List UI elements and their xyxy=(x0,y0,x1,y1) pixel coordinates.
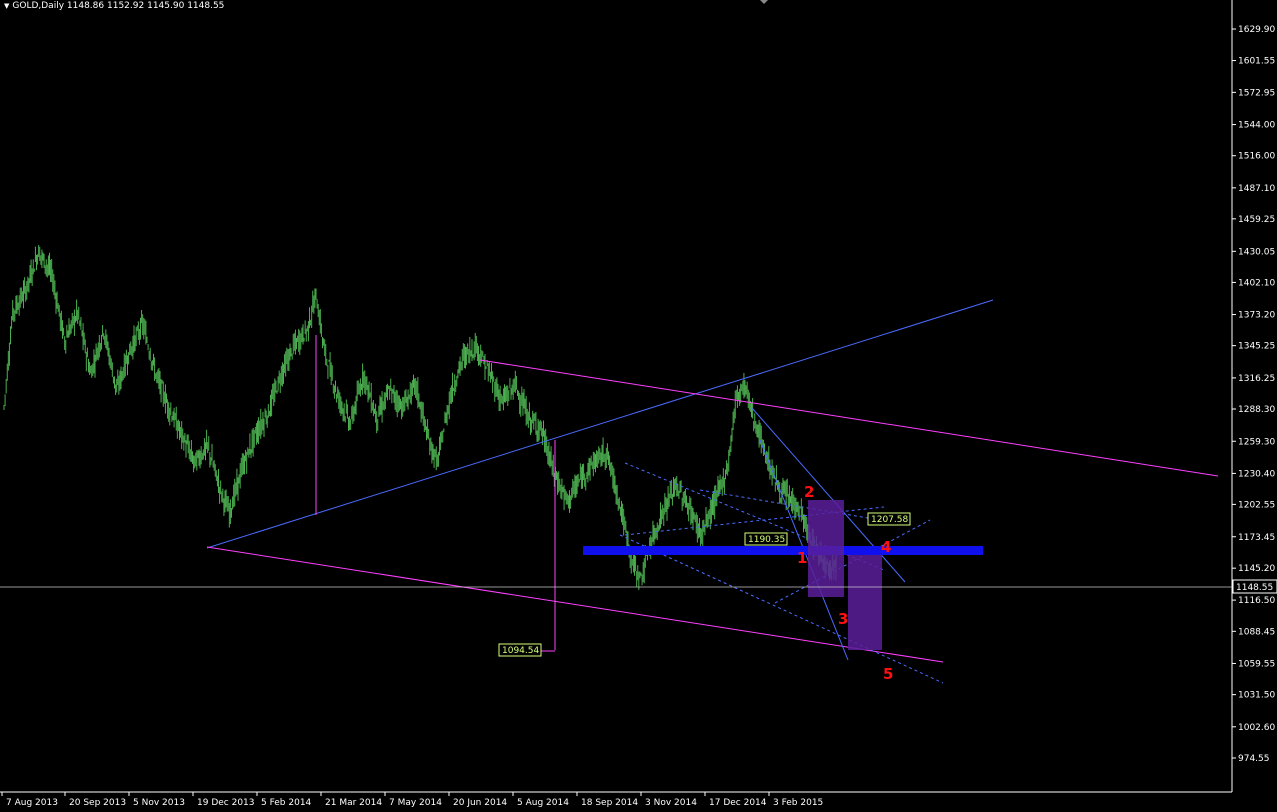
y-tick-label: 1002.60 xyxy=(1238,723,1275,733)
y-tick-label: 1145.20 xyxy=(1238,564,1275,574)
chart-title-bar: ▼ GOLD,Daily 1148.86 1152.92 1145.90 1148… xyxy=(4,1,224,11)
x-tick-label: 7 May 2014 xyxy=(389,798,442,808)
y-tick-label: 1288.30 xyxy=(1238,405,1275,415)
price-annotation-label: 1207.58 xyxy=(871,515,908,525)
wave-label-2: 2 xyxy=(804,483,814,501)
price-annotation-label: 1094.54 xyxy=(502,646,539,656)
wave-label-1: 1 xyxy=(797,549,807,567)
y-tick-label: 1487.10 xyxy=(1238,184,1275,194)
x-tick-label: 17 Dec 2014 xyxy=(709,798,767,808)
ohlc-low: 1145.90 xyxy=(147,1,185,11)
y-tick-label: 1230.40 xyxy=(1238,469,1275,479)
y-tick-label: 1516.00 xyxy=(1238,152,1275,162)
x-tick-label: 3 Nov 2014 xyxy=(645,798,697,808)
y-tick-label: 1345.25 xyxy=(1238,342,1275,352)
ohlc-high: 1152.92 xyxy=(107,1,145,11)
ohlc-close: 1148.55 xyxy=(187,1,225,11)
y-tick-label: 974.55 xyxy=(1238,754,1270,764)
current-price-label: 1148.55 xyxy=(1236,583,1273,593)
x-tick-label: 20 Sep 2013 xyxy=(69,798,126,808)
y-tick-label: 1031.50 xyxy=(1238,691,1275,701)
x-tick-label: 19 Dec 2013 xyxy=(197,798,255,808)
y-tick-label: 1116.50 xyxy=(1238,596,1275,606)
x-tick-label: 21 Mar 2014 xyxy=(325,798,382,808)
y-tick-label: 1202.55 xyxy=(1238,500,1275,510)
price-annotation-label: 1190.35 xyxy=(748,535,785,545)
x-tick-label: 20 Jun 2014 xyxy=(453,798,507,808)
wave-label-5: 5 xyxy=(883,665,893,683)
x-tick-label: 3 Feb 2015 xyxy=(773,798,823,808)
symbol-label: GOLD,Daily xyxy=(12,1,65,11)
price-chart[interactable]: 1629.90 1601.55 1572.95 1544.00 1516.00 1487.… xyxy=(0,0,1277,812)
x-tick-label: 5 Aug 2014 xyxy=(517,798,569,808)
y-tick-label: 1601.55 xyxy=(1238,57,1275,67)
support-zone xyxy=(583,546,983,555)
x-tick-label: 5 Nov 2013 xyxy=(133,798,185,808)
y-tick-label: 1459.25 xyxy=(1238,215,1275,225)
chart-shift-marker-icon xyxy=(760,0,768,4)
y-tick-label: 1259.30 xyxy=(1238,437,1275,447)
y-tick-label: 1572.95 xyxy=(1238,88,1275,98)
y-tick-label: 1173.45 xyxy=(1238,533,1275,543)
ohlc-open: 1148.86 xyxy=(66,1,105,11)
chart-window[interactable]: 1629.90 1601.55 1572.95 1544.00 1516.00 1487.… xyxy=(0,0,1277,812)
y-tick-label: 1088.45 xyxy=(1238,627,1275,637)
ohlc-bars xyxy=(3,245,837,590)
x-tick-label: 7 Aug 2013 xyxy=(6,798,58,808)
y-tick-label: 1629.90 xyxy=(1238,25,1275,35)
x-tick-label: 5 Feb 2014 xyxy=(261,798,312,808)
y-tick-label: 1402.10 xyxy=(1238,278,1275,288)
wave-label-3: 3 xyxy=(838,610,848,628)
y-tick-label: 1316.25 xyxy=(1238,374,1275,384)
y-tick-label: 1059.55 xyxy=(1238,659,1275,669)
y-tick-label: 1373.20 xyxy=(1238,311,1275,321)
y-tick-label: 1544.00 xyxy=(1238,121,1275,131)
x-tick-label: 18 Sep 2014 xyxy=(581,798,638,808)
trendline-blue xyxy=(206,299,994,549)
wave-box-2 xyxy=(848,555,882,650)
wave-label-4: 4 xyxy=(881,538,891,556)
wave-box-1 xyxy=(808,500,844,597)
y-tick-label: 1430.05 xyxy=(1238,247,1275,257)
dashed-fan-line xyxy=(619,534,944,684)
collapse-triangle-icon[interactable]: ▼ xyxy=(4,2,9,10)
